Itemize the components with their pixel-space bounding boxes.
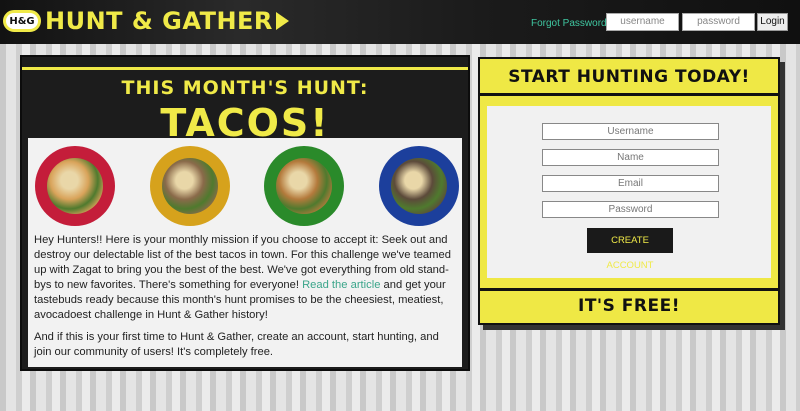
login-password-input[interactable]: password: [682, 13, 755, 31]
login-button[interactable]: Login: [757, 13, 788, 31]
divider: [480, 288, 778, 291]
create-account-button[interactable]: CREATE ACCOUNT: [587, 228, 673, 271]
taco-plate-image: [35, 146, 115, 226]
taco-plate-image: [264, 146, 344, 226]
hunt-subtitle: THIS MONTH'S HUNT:: [121, 77, 369, 99]
signup-panel: START HUNTING TODAY! Username Name Email…: [478, 57, 780, 325]
signup-password-input[interactable]: Password: [542, 201, 719, 218]
signup-email-input[interactable]: Email: [542, 175, 719, 192]
login-username-input[interactable]: username: [606, 13, 679, 31]
monthly-hunt-panel: THIS MONTH'S HUNT: TACOS! Hey Hunters!! …: [20, 55, 470, 371]
logo-text: HUNT & GATHER: [45, 7, 273, 35]
play-arrow-icon: [275, 12, 289, 30]
signup-username-input[interactable]: Username: [542, 123, 719, 140]
logo[interactable]: H&G HUNT & GATHER: [3, 5, 289, 37]
its-free-label: IT'S FREE!: [578, 296, 680, 316]
taco-plate-image: [150, 146, 230, 226]
taco-plate-image: [379, 146, 459, 226]
top-nav-bar: H&G HUNT & GATHER Forgot Password userna…: [0, 0, 800, 44]
hunt-description: Hey Hunters!! Here is your monthly missi…: [34, 233, 458, 367]
hunt-paragraph-1: Hey Hunters!! Here is your monthly missi…: [34, 234, 451, 321]
taco-image-row: [28, 146, 462, 226]
hunt-content: Hey Hunters!! Here is your monthly missi…: [28, 138, 462, 367]
divider: [22, 67, 468, 70]
hunt-paragraph-2: And if this is your first time to Hunt &…: [34, 331, 439, 358]
signup-form: Username Name Email Password CREATE ACCO…: [487, 106, 771, 278]
signup-name-input[interactable]: Name: [542, 149, 719, 166]
logo-badge: H&G: [3, 10, 41, 32]
read-article-link[interactable]: Read the article: [302, 279, 380, 291]
signup-title: START HUNTING TODAY!: [508, 67, 750, 87]
forgot-password-link[interactable]: Forgot Password: [531, 18, 607, 29]
divider: [480, 93, 778, 96]
